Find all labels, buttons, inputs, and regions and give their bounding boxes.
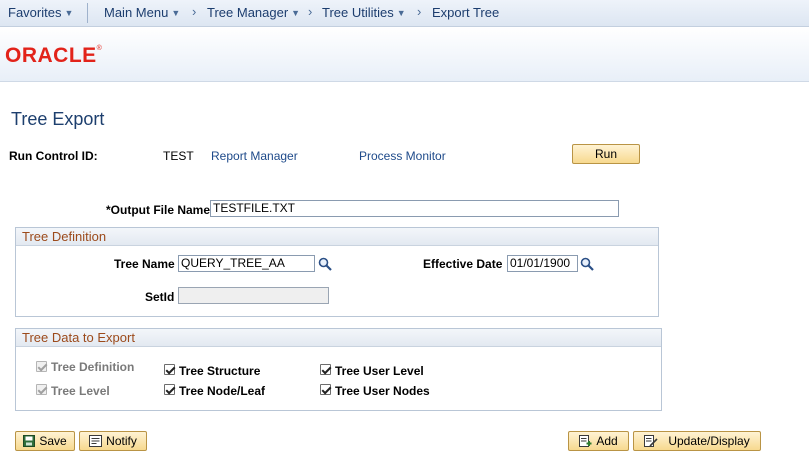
breadcrumb-tree-manager[interactable]: Tree Manager ▼ <box>207 5 300 20</box>
tree-structure-checkbox[interactable] <box>164 364 175 375</box>
tree-level-checkbox <box>36 384 47 395</box>
main-menu[interactable]: Main Menu ▼ <box>104 5 180 20</box>
favorites-menu[interactable]: Favorites ▼ <box>8 5 73 20</box>
tree-name-input[interactable]: QUERY_TREE_AA <box>178 255 315 272</box>
tree-name-label: Tree Name <box>114 257 175 271</box>
tree-user-level-checkbox[interactable] <box>320 364 331 375</box>
tree-node-leaf-checkbox[interactable] <box>164 384 175 395</box>
update-display-icon <box>644 435 658 447</box>
output-file-label: *Output File Name <box>106 203 211 217</box>
setid-input <box>178 287 329 304</box>
add-button[interactable]: Add <box>568 431 629 451</box>
tree-definition-group: Tree Definition <box>15 227 659 317</box>
effective-date-lookup-icon[interactable] <box>580 257 594 271</box>
nav-separator <box>87 3 88 23</box>
setid-label: SetId <box>145 290 175 304</box>
report-manager-link[interactable]: Report Manager <box>211 149 298 163</box>
tree-definition-heading: Tree Definition <box>16 228 658 246</box>
process-monitor-link[interactable]: Process Monitor <box>359 149 446 163</box>
page-title: Tree Export <box>11 109 105 129</box>
tree-data-export-heading: Tree Data to Export <box>16 329 661 347</box>
navigation-bar: Favorites ▼ Main Menu ▼ › Tree Manager ▼ › … <box>0 0 809 27</box>
add-icon <box>579 435 592 447</box>
breadcrumb-tree-utilities[interactable]: Tree Utilities ▼ <box>322 5 406 20</box>
tree-user-level-option-label: Tree User Level <box>335 364 424 378</box>
chevron-down-icon: ▼ <box>396 8 406 18</box>
branding-header: ORACLE® <box>0 27 809 82</box>
breadcrumb-chevron-icon: › <box>192 4 197 19</box>
effective-date-label: Effective Date <box>423 257 503 271</box>
save-button[interactable]: Save <box>15 431 75 451</box>
breadcrumb-chevron-icon: › <box>308 4 313 19</box>
output-file-input[interactable]: TESTFILE.TXT <box>210 200 619 217</box>
update-display-button[interactable]: Update/Display <box>633 431 761 451</box>
chevron-down-icon: ▼ <box>171 8 181 18</box>
run-control-label: Run Control ID: <box>9 149 98 163</box>
breadcrumb-export-tree[interactable]: Export Tree <box>432 5 499 20</box>
tree-name-lookup-icon[interactable] <box>318 257 332 271</box>
notify-icon <box>89 435 103 447</box>
tree-definition-checkbox <box>36 361 47 372</box>
tree-structure-option-label: Tree Structure <box>179 364 261 378</box>
effective-date-input[interactable]: 01/01/1900 <box>507 255 578 272</box>
save-icon <box>23 435 36 447</box>
oracle-logo: ORACLE® <box>5 44 103 67</box>
tree-definition-option-label: Tree Definition <box>51 360 135 374</box>
notify-button[interactable]: Notify <box>79 431 147 451</box>
tree-node-leaf-option-label: Tree Node/Leaf <box>179 384 266 398</box>
tree-user-nodes-option-label: Tree User Nodes <box>335 384 430 398</box>
tree-level-option-label: Tree Level <box>51 384 110 398</box>
chevron-down-icon: ▼ <box>64 8 74 18</box>
breadcrumb-chevron-icon: › <box>417 4 422 19</box>
run-control-value: TEST <box>163 149 194 163</box>
tree-user-nodes-checkbox[interactable] <box>320 384 331 395</box>
run-button[interactable]: Run <box>572 144 640 164</box>
chevron-down-icon: ▼ <box>291 8 301 18</box>
